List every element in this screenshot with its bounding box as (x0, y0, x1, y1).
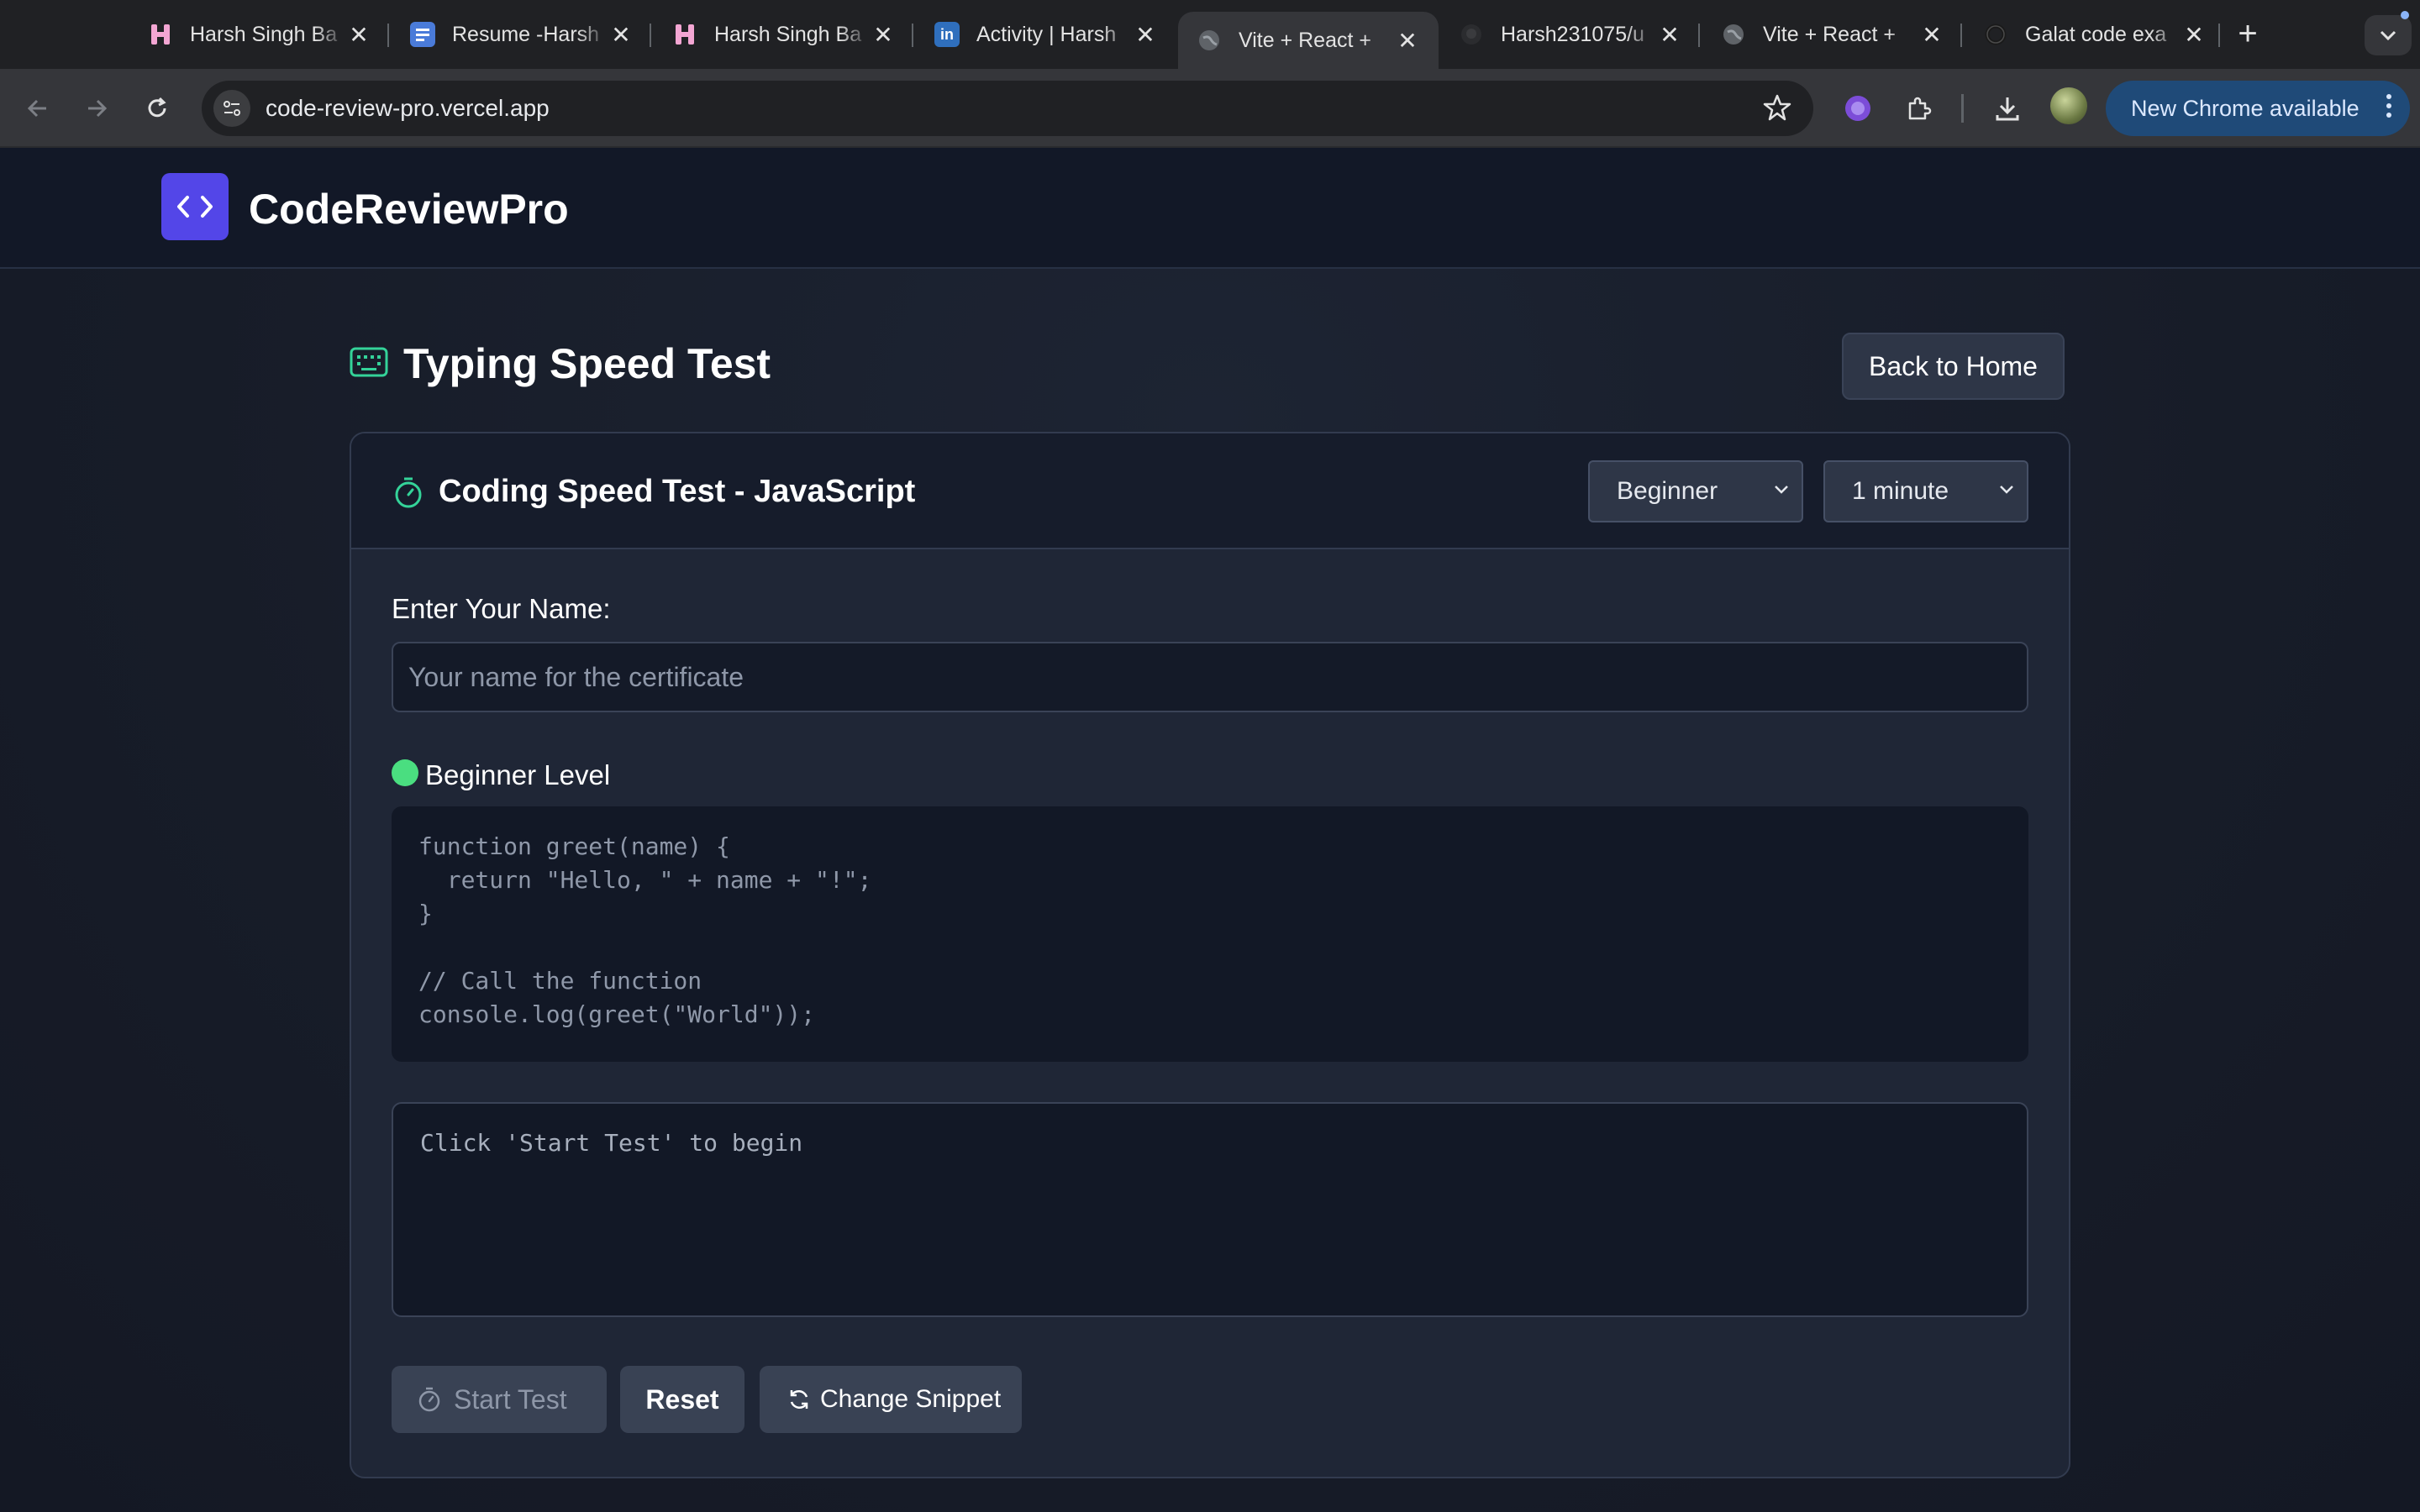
close-tab-icon[interactable]: ✕ (1395, 27, 1420, 55)
new-tab-button[interactable]: + (2230, 17, 2265, 52)
reload-icon (148, 97, 166, 118)
difficulty-value: Beginner (1617, 477, 1718, 505)
more-vert-icon[interactable] (2386, 94, 2393, 122)
new-chrome-label: New Chrome available (2131, 95, 2360, 121)
timer-icon (418, 1387, 440, 1412)
browser-tab[interactable]: Harsh Singh Ba ✕ (654, 10, 914, 59)
extensions-puzzle-icon[interactable] (1899, 89, 1938, 128)
page-title-row: Typing Speed Test Back to Home (350, 324, 2070, 400)
tab-separator (650, 24, 651, 47)
tab-title: Vite + React + (1239, 28, 1371, 52)
browser-tab[interactable]: in Activity | Harsh ✕ (916, 10, 1176, 59)
browser-tabstrip: Harsh Singh Ba ✕ Resume -Harsh ✕ Harsh S… (0, 0, 2420, 69)
download-icon[interactable] (1988, 89, 2027, 128)
profile-avatar[interactable] (2050, 87, 2087, 124)
chevron-down-icon (2000, 486, 2013, 494)
docs-icon (410, 22, 435, 47)
tab-separator (912, 24, 913, 47)
app-root: CodeReviewPro Typing Speed Test Back to … (0, 148, 2420, 1512)
reset-button[interactable]: Reset (620, 1366, 744, 1433)
timer-icon (393, 475, 424, 513)
browser-tab-active[interactable]: Vite + React + ✕ (1178, 12, 1439, 69)
browser-tab[interactable]: Galat code exa ✕ (1965, 10, 2225, 59)
tab-separator (387, 24, 389, 47)
chevron-down-icon (1775, 486, 1788, 494)
name-label: Enter Your Name: (392, 593, 611, 624)
browser-tab[interactable]: Harsh Singh Ba ✕ (129, 10, 390, 59)
reload-button[interactable] (136, 87, 178, 129)
code-snippet: function greet(name) { return "Hello, " … (418, 832, 872, 1028)
new-chrome-available-button[interactable]: New Chrome available (2106, 81, 2410, 136)
close-tab-icon[interactable]: ✕ (2181, 21, 2207, 49)
tab-title: Galat code exa (2025, 22, 2167, 46)
arrow-right-icon (88, 99, 108, 118)
level-indicator-dot (392, 759, 418, 786)
level-label: Beginner Level (425, 759, 611, 790)
typing-area[interactable] (392, 1102, 2028, 1317)
forward-nav-button[interactable] (76, 87, 118, 129)
keyboard-icon (350, 346, 388, 382)
hashnode-icon (148, 22, 173, 47)
linkedin-icon: in (934, 22, 960, 47)
tab-title: Harsh231075/u (1501, 22, 1644, 46)
card-title: Coding Speed Test - JavaScript (439, 474, 916, 509)
change-snippet-label: Change Snippet (820, 1385, 1002, 1413)
tab-separator (1698, 24, 1700, 47)
refresh-icon (790, 1389, 808, 1410)
browser-tab[interactable]: Vite + React + ✕ (1702, 10, 1963, 59)
close-tab-icon[interactable]: ✕ (1919, 21, 1944, 49)
globe-icon (1197, 28, 1222, 53)
tab-title: Resume -Harsh (452, 22, 600, 46)
extension-icon[interactable] (1839, 89, 1877, 128)
openai-icon (1983, 22, 2008, 47)
hashnode-icon (672, 22, 697, 47)
tab-title: Harsh Singh Ba (190, 22, 338, 46)
close-tab-icon[interactable]: ✕ (871, 21, 896, 49)
name-input[interactable] (392, 642, 2028, 712)
duration-value: 1 minute (1852, 477, 1949, 505)
code-snippet-box: function greet(name) { return "Hello, " … (392, 806, 2028, 1062)
address-bar[interactable]: code-review-pro.vercel.app (202, 81, 1813, 136)
tab-title: Harsh Singh Ba (714, 22, 862, 46)
card-header: Coding Speed Test - JavaScript Beginner … (351, 433, 2069, 549)
start-test-label: Start Test (454, 1383, 567, 1415)
difficulty-select[interactable]: Beginner (1588, 460, 1803, 522)
tab-separator (2218, 24, 2220, 47)
change-snippet-button[interactable]: Change Snippet (760, 1366, 1022, 1433)
close-tab-icon[interactable]: ✕ (346, 21, 371, 49)
brand-name[interactable]: CodeReviewPro (249, 185, 569, 234)
tab-title: Activity | Harsh (976, 22, 1117, 46)
chevron-down-icon (2380, 30, 2396, 41)
duration-select[interactable]: 1 minute (1823, 460, 2028, 522)
bookmark-star-icon[interactable] (1761, 92, 1793, 128)
notification-dot (2401, 11, 2409, 19)
tab-separator (1960, 24, 1962, 47)
tab-search-button[interactable] (2365, 15, 2412, 55)
close-tab-icon[interactable]: ✕ (1133, 21, 1158, 49)
page-title: Typing Speed Test (403, 340, 771, 387)
browser-tab[interactable]: Harsh231075/u ✕ (1440, 10, 1701, 59)
url-text: code-review-pro.vercel.app (266, 95, 550, 121)
code-brackets-icon[interactable] (161, 173, 229, 240)
close-tab-icon[interactable]: ✕ (1657, 21, 1682, 49)
toolbar-divider (1961, 94, 1964, 123)
site-info-icon[interactable] (213, 90, 250, 127)
browser-toolbar: code-review-pro.vercel.app New Chrome av… (0, 69, 2420, 148)
start-test-button[interactable]: Start Test (392, 1366, 607, 1433)
arrow-left-icon (27, 99, 46, 118)
typing-test-card: Coding Speed Test - JavaScript Beginner … (350, 432, 2070, 1478)
github-icon (1459, 22, 1484, 47)
globe-icon (1721, 22, 1746, 47)
app-header: CodeReviewPro (0, 148, 2420, 269)
back-nav-button[interactable] (17, 87, 59, 129)
browser-tab[interactable]: Resume -Harsh ✕ (392, 10, 652, 59)
back-to-home-button[interactable]: Back to Home (1842, 333, 2065, 400)
tab-title: Vite + React + (1763, 22, 1896, 46)
close-tab-icon[interactable]: ✕ (608, 21, 634, 49)
